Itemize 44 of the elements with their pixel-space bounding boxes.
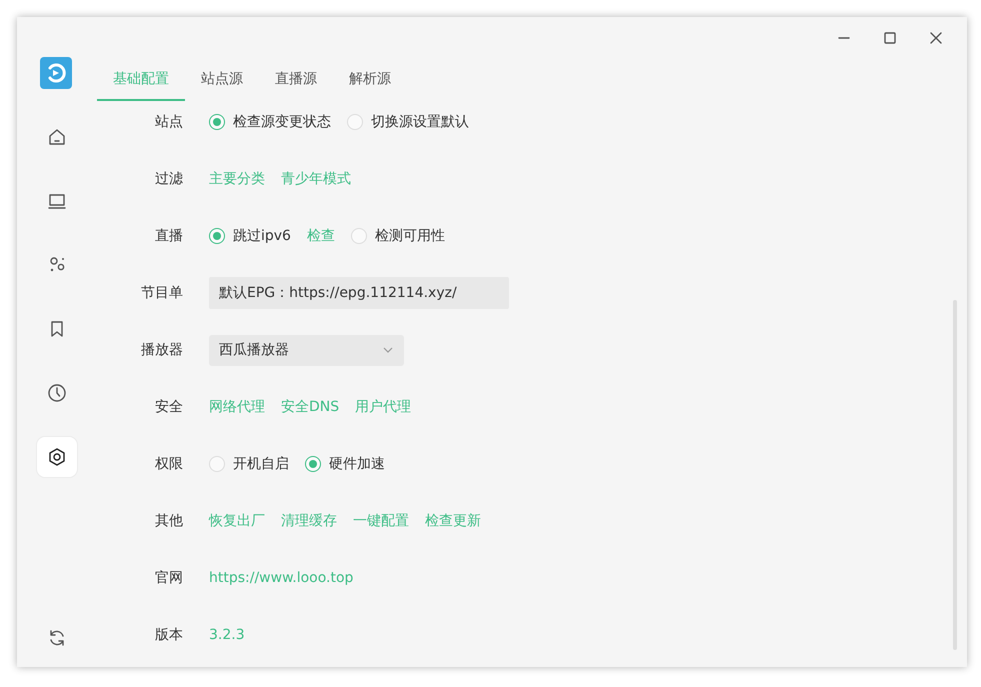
setting-label: 站点 (154, 112, 183, 132)
setting-label: 官网 (154, 568, 183, 588)
radio-label: 检测可用性 (374, 226, 445, 246)
link[interactable]: 清理缓存 (281, 510, 337, 532)
clock-icon (47, 383, 67, 403)
link[interactable]: 网络代理 (209, 396, 265, 418)
setting-label: 版本 (154, 626, 183, 644)
input-field[interactable]: 默认EPG：https://epg.112114.xyz/ (209, 277, 509, 309)
link[interactable]: https://www.looo.top (209, 568, 354, 588)
setting-label: 播放器 (140, 340, 183, 360)
link[interactable]: 恢复出厂 (209, 510, 265, 532)
radio-button[interactable] (305, 456, 321, 472)
link[interactable]: 用户代理 (355, 396, 412, 418)
radio-label: 检查源变更状态 (233, 112, 331, 132)
radio-label: 切换源设置默认 (371, 112, 469, 132)
radio-label: 跳过ipv6 (233, 226, 291, 246)
tab[interactable]: 站点源 (185, 57, 259, 101)
maximize-icon (884, 32, 896, 44)
home-icon (47, 127, 67, 147)
setting-label: 安全 (154, 398, 183, 416)
link[interactable]: 青少年模式 (281, 168, 351, 190)
close-icon (930, 32, 942, 44)
radio-label: 硬件加速 (329, 454, 385, 474)
app-logo (40, 57, 72, 89)
version-text: 3.2.3 (209, 626, 245, 644)
settings-icon (47, 447, 67, 467)
radio-button[interactable] (209, 114, 225, 130)
tab[interactable]: 直播源 (259, 57, 333, 101)
link[interactable]: 一键配置 (353, 510, 409, 532)
link[interactable]: 检查更新 (425, 510, 481, 532)
tab[interactable]: 解析源 (333, 57, 407, 101)
setting-label: 其他 (154, 512, 183, 530)
link[interactable]: 安全DNS (281, 396, 340, 418)
setting-label: 权限 (154, 454, 183, 474)
sidebar-button[interactable] (37, 437, 77, 477)
dropdown[interactable]: 西瓜播放器 (209, 334, 404, 366)
setting-label: 节目单 (140, 284, 183, 302)
tab[interactable]: 基础配置 (97, 57, 185, 101)
setting-label: 过滤 (154, 170, 183, 188)
link[interactable]: 检查 (306, 226, 335, 246)
radio-label: 开机自启 (233, 454, 289, 474)
radio-button[interactable] (209, 228, 225, 244)
setting-label: 直播 (154, 226, 183, 246)
link[interactable]: 主要分类 (209, 168, 265, 190)
